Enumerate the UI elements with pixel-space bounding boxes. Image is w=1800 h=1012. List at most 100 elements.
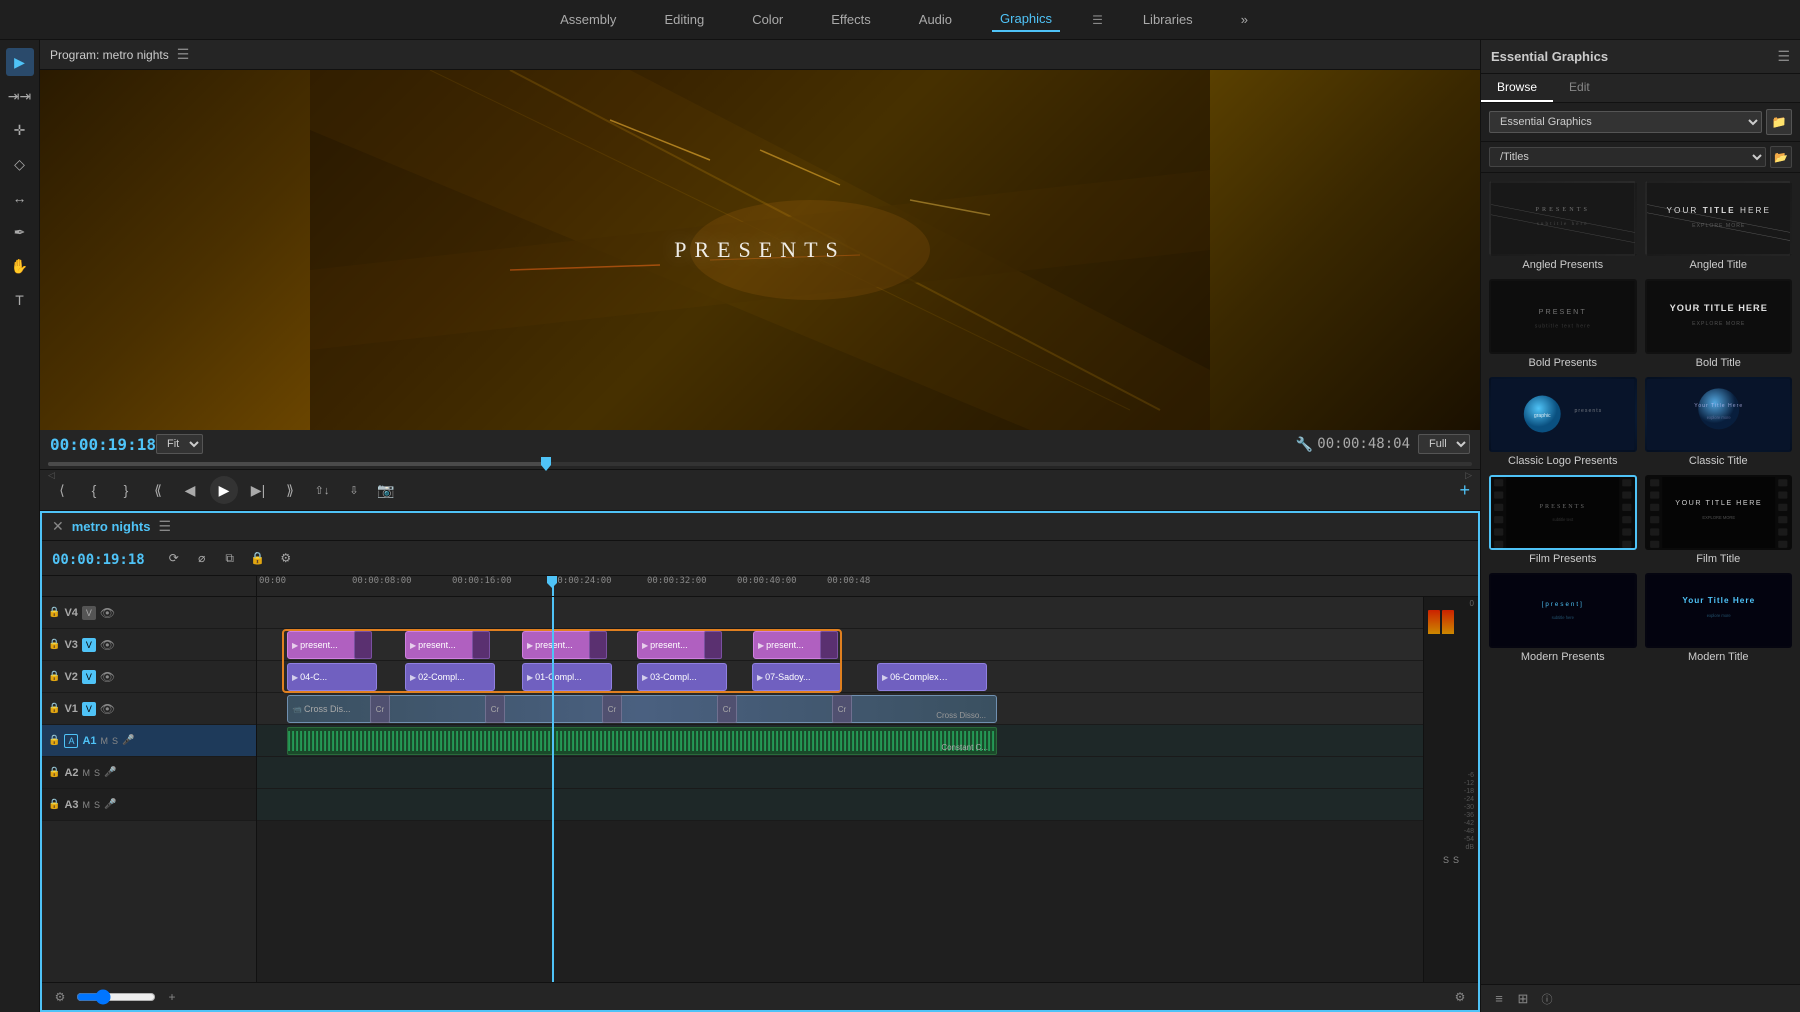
graphics-dropdown[interactable]: Essential Graphics (1489, 111, 1762, 133)
v2-clip-1[interactable]: ▶ 04-C... (287, 663, 377, 691)
graphic-bold-title[interactable]: YOUR TITLE HERE EXPLORE MORE Bold Title (1645, 279, 1793, 369)
nav-more-btn[interactable]: » (1241, 12, 1248, 27)
v1-trans-3[interactable]: Cr (602, 695, 622, 723)
v1-trans-5[interactable]: Cr (832, 695, 852, 723)
v2-clip-5[interactable]: ▶ 07-Sadoy... (752, 663, 842, 691)
add-marker-btn[interactable]: ⧉ (219, 547, 241, 569)
v2-toggle[interactable]: V (82, 670, 96, 684)
pen-tool[interactable]: ✒ (6, 218, 34, 246)
zoom-in-icon[interactable]: + (162, 987, 182, 1007)
nav-item-assembly[interactable]: Assembly (552, 8, 624, 31)
graphic-thumb-bold-title[interactable]: YOUR TITLE HERE EXPLORE MORE (1645, 279, 1793, 354)
settings-btn[interactable]: ⚙ (275, 547, 297, 569)
timeline-settings-icon[interactable]: ⚙ (50, 987, 70, 1007)
go-to-out-btn[interactable]: ⟫ (278, 478, 302, 502)
v3-transition-1[interactable] (354, 631, 372, 659)
tab-edit[interactable]: Edit (1553, 74, 1606, 102)
v1-eye-icon[interactable]: 👁 (100, 702, 115, 716)
a1-selected-indicator[interactable]: A (64, 734, 78, 748)
snap-btn[interactable]: 🔒 (247, 547, 269, 569)
razor-tool[interactable]: ◇ (6, 150, 34, 178)
insert-btn[interactable]: ⇧↓ (310, 478, 334, 502)
hand-tool[interactable]: ✋ (6, 252, 34, 280)
v1-trans-2[interactable]: Cr (485, 695, 505, 723)
track-select-tool[interactable]: ⇥⇥ (6, 82, 34, 110)
tab-browse[interactable]: Browse (1481, 74, 1553, 102)
quality-dropdown[interactable]: Full (1418, 434, 1470, 454)
graphic-thumb-classic-title[interactable]: Your Title Here explore more (1645, 377, 1793, 452)
nav-item-color[interactable]: Color (744, 8, 791, 31)
graphic-thumb-modern-title[interactable]: Your Title Here explore more (1645, 573, 1793, 648)
mark-in-btn[interactable]: ⟨ (50, 478, 74, 502)
current-timecode[interactable]: 00:00:19:18 (50, 435, 156, 454)
ripple-delete-btn[interactable]: ⟳ (163, 547, 185, 569)
graphic-film-presents[interactable]: PRESENTS subtitle text Film Presents (1489, 475, 1637, 565)
v3-transition-2[interactable] (472, 631, 490, 659)
add-button[interactable]: + (1459, 480, 1470, 501)
step-forward-btn[interactable]: ▶| (246, 478, 270, 502)
v2-clip-3[interactable]: ▶ 01-Compl... (522, 663, 612, 691)
v1-clip-main[interactable]: 📹 Cross Dis... Cross Disso... (287, 695, 997, 723)
graphic-thumb-angled-presents[interactable]: PRESENTS subtitle here (1489, 181, 1637, 256)
v4-lock-icon[interactable]: 🔒 (48, 607, 60, 618)
ruler-marks[interactable]: 00:00 00:00:08:00 00:00:16:00 00:00:24:0… (257, 576, 1478, 596)
nav-item-editing[interactable]: Editing (656, 8, 712, 31)
nav-item-libraries[interactable]: Libraries (1135, 8, 1201, 31)
v2-clip-4[interactable]: ▶ 03-Compl... (637, 663, 727, 691)
graphic-thumb-film-presents[interactable]: PRESENTS subtitle text (1489, 475, 1637, 550)
graphic-classic-logo-presents[interactable]: graphic presents Classic Logo Presents (1489, 377, 1637, 467)
graphics-menu-icon[interactable]: ☰ (1092, 13, 1103, 27)
nav-item-audio[interactable]: Audio (911, 8, 960, 31)
timeline-bottom-settings[interactable]: ⚙ (1450, 987, 1470, 1007)
a3-lock-icon[interactable]: 🔒 (48, 799, 60, 810)
graphic-angled-presents[interactable]: PRESENTS subtitle here Angled Presents (1489, 181, 1637, 271)
step-back-btn[interactable]: ◀ (178, 478, 202, 502)
nav-item-effects[interactable]: Effects (823, 8, 879, 31)
v2-eye-icon[interactable]: 👁 (100, 670, 115, 684)
v3-transition-5[interactable] (820, 631, 838, 659)
graphic-angled-title[interactable]: YOUR TITLE HERE EXPLORE MORE Angled Titl… (1645, 181, 1793, 271)
panel-folder-btn[interactable]: 📁 (1766, 109, 1792, 135)
a2-lock-icon[interactable]: 🔒 (48, 767, 60, 778)
graphic-thumb-film-title[interactable]: YOUR TITLE HERE EXPLORE MORE (1645, 475, 1793, 550)
v2-clip-2[interactable]: ▶ 02-Compl... (405, 663, 495, 691)
v3-eye-icon[interactable]: 👁 (100, 638, 115, 652)
v1-toggle[interactable]: V (82, 702, 96, 716)
v4-toggle[interactable]: V (82, 606, 96, 620)
ripple-edit-tool[interactable]: ✛ (6, 116, 34, 144)
panel-list-icon[interactable]: ≡ (1489, 989, 1509, 1009)
graphic-thumb-angled-title[interactable]: YOUR TITLE HERE EXPLORE MORE (1645, 181, 1793, 256)
link-btn[interactable]: ⌀ (191, 547, 213, 569)
graphic-modern-title[interactable]: Your Title Here explore more Modern Titl… (1645, 573, 1793, 663)
timeline-menu-icon[interactable]: ☰ (158, 518, 171, 535)
overwrite-btn[interactable]: ⇩ (342, 478, 366, 502)
v1-lock-icon[interactable]: 🔒 (48, 703, 60, 714)
type-tool[interactable]: T (6, 286, 34, 314)
vu-s-right[interactable]: S (1453, 855, 1459, 865)
v3-transition-3[interactable] (589, 631, 607, 659)
v3-clip-4[interactable]: ▶ present... (637, 631, 712, 659)
v2-lock-icon[interactable]: 🔒 (48, 671, 60, 682)
v3-toggle[interactable]: V (82, 638, 96, 652)
v2-clip-6[interactable]: ▶ 06-Complex r... (877, 663, 987, 691)
a1-lock-icon[interactable]: 🔒 (48, 735, 60, 746)
graphic-bold-presents[interactable]: PRESENT subtitle text here Bold Presents (1489, 279, 1637, 369)
path-folder-btn[interactable]: 📂 (1770, 146, 1792, 168)
v1-trans-1[interactable]: Cr (370, 695, 390, 723)
a1-waveform[interactable]: Constant C... (287, 727, 997, 755)
scrubber-playhead[interactable] (541, 457, 551, 471)
v3-lock-icon[interactable]: 🔒 (48, 639, 60, 650)
select-tool[interactable]: ▶ (6, 48, 34, 76)
panel-menu-icon[interactable]: ☰ (1777, 48, 1790, 65)
v3-clip-3[interactable]: ▶ present... (522, 631, 597, 659)
graphic-thumb-classic-logo[interactable]: graphic presents (1489, 377, 1637, 452)
timeline-close-btn[interactable]: ✕ (52, 518, 64, 535)
v3-clip-2[interactable]: ▶ present... (405, 631, 480, 659)
graphic-classic-title[interactable]: Your Title Here explore more Classic Tit… (1645, 377, 1793, 467)
fit-dropdown[interactable]: Fit (156, 434, 203, 454)
panel-grid-icon[interactable]: ⊞ (1513, 989, 1533, 1009)
vu-s-left[interactable]: S (1443, 855, 1449, 865)
graphic-modern-presents[interactable]: [present] subtitle here Modern Presents (1489, 573, 1637, 663)
monitor-menu-icon[interactable]: ☰ (177, 46, 190, 63)
v3-transition-4[interactable] (704, 631, 722, 659)
